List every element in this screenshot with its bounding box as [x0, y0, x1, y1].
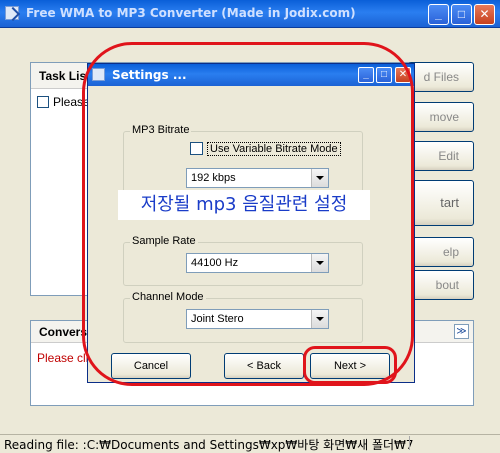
bitrate-select[interactable]: 192 kbps: [186, 168, 329, 188]
task-checkbox[interactable]: [37, 96, 49, 108]
chevron-down-icon[interactable]: [311, 254, 328, 272]
task-list-title: Task Lis: [39, 69, 87, 83]
sample-rate-label: Sample Rate: [130, 235, 198, 247]
dialog-titlebar: Settings ... _ □ ✕: [88, 64, 414, 86]
about-button[interactable]: bout: [408, 270, 474, 300]
settings-dialog: Settings ... _ □ ✕ MP3 Bitrate Use Varia…: [87, 63, 415, 383]
vbr-checkbox-row[interactable]: Use Variable Bitrate Mode: [190, 141, 341, 158]
status-bar: Reading file: :C:₩Documents and Settings…: [0, 434, 500, 452]
status-text: Reading file: :C:₩Documents and Settings…: [4, 438, 414, 452]
dialog-title: Settings ...: [112, 68, 187, 82]
task-item-label: Please: [53, 95, 90, 109]
dialog-close-button[interactable]: ✕: [395, 67, 411, 83]
mp3-bitrate-label: MP3 Bitrate: [130, 124, 192, 136]
dialog-app-icon: [92, 68, 105, 81]
main-window-title: Free WMA to MP3 Converter (Made in Jodix…: [26, 6, 356, 20]
sample-rate-value: 44100 Hz: [191, 257, 239, 269]
chevron-down-icon[interactable]: [311, 310, 328, 328]
channel-mode-label: Channel Mode: [130, 291, 206, 303]
channel-mode-select[interactable]: Joint Stero: [186, 309, 329, 329]
remove-button[interactable]: move: [408, 102, 474, 132]
channel-mode-value: Joint Stero: [191, 313, 244, 325]
task-list-item[interactable]: Please: [37, 95, 90, 111]
add-files-button[interactable]: d Files: [408, 62, 474, 92]
close-button[interactable]: ✕: [474, 4, 495, 25]
chevron-down-icon[interactable]: [311, 169, 328, 187]
cancel-button[interactable]: Cancel: [111, 353, 191, 379]
dialog-maximize-button[interactable]: □: [376, 67, 392, 83]
main-titlebar: Free WMA to MP3 Converter (Made in Jodix…: [0, 0, 500, 28]
bitrate-value: 192 kbps: [191, 172, 236, 184]
edit-button[interactable]: Edit: [408, 141, 474, 171]
start-button[interactable]: tart: [408, 180, 474, 226]
maximize-button[interactable]: □: [451, 4, 472, 25]
conversion-title: Convers: [39, 325, 88, 339]
collapse-icon[interactable]: ≫: [454, 324, 469, 339]
conversion-status-text: Please cli: [37, 351, 89, 365]
vbr-checkbox[interactable]: [190, 142, 203, 155]
app-icon: [5, 6, 19, 20]
back-button[interactable]: < Back: [224, 353, 304, 379]
annotation-note: 저장될 mp3 음질관련 설정: [118, 190, 370, 220]
vbr-checkbox-label[interactable]: Use Variable Bitrate Mode: [207, 141, 341, 156]
sample-rate-select[interactable]: 44100 Hz: [186, 253, 329, 273]
next-button[interactable]: Next >: [310, 353, 390, 379]
status-separator: [409, 436, 410, 450]
dialog-minimize-button[interactable]: _: [358, 67, 374, 83]
minimize-button[interactable]: _: [428, 4, 449, 25]
help-button[interactable]: elp: [408, 237, 474, 267]
